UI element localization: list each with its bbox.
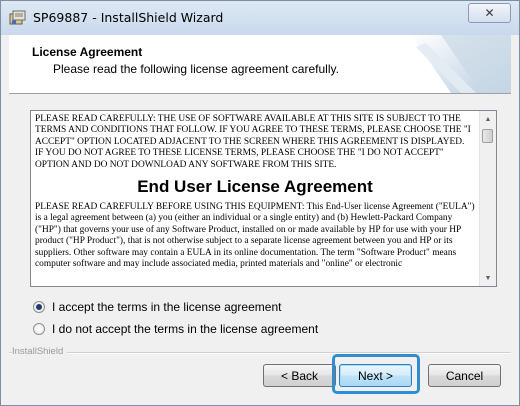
window-title: SP69887 - InstallShield Wizard: [33, 10, 224, 25]
scroll-up-arrow-icon[interactable]: ▲: [480, 111, 496, 127]
wizard-header: License Agreement Please read the follow…: [9, 35, 511, 94]
license-text-box[interactable]: PLEASE READ CAREFULLY: THE USE OF SOFTWA…: [30, 110, 497, 287]
license-text: PLEASE READ CAREFULLY: THE USE OF SOFTWA…: [35, 114, 475, 270]
separator-line: [9, 352, 511, 354]
cancel-button[interactable]: Cancel: [428, 364, 501, 387]
scroll-thumb[interactable]: [482, 129, 493, 143]
close-button[interactable]: ✕: [468, 3, 511, 23]
accept-radio[interactable]: [33, 301, 45, 313]
installer-app-icon: [9, 10, 26, 25]
page-title: License Agreement: [32, 45, 143, 59]
accept-option[interactable]: I accept the terms in the license agreem…: [33, 300, 281, 314]
back-button[interactable]: < Back: [263, 364, 336, 387]
close-icon: ✕: [484, 6, 495, 20]
license-body-paragraph: PLEASE READ CAREFULLY BEFORE USING THIS …: [35, 202, 475, 270]
wizard-header-graphic: [411, 35, 511, 93]
installshield-brand-row: InstallShield: [9, 346, 511, 358]
license-intro-paragraph: PLEASE READ CAREFULLY: THE USE OF SOFTWA…: [35, 114, 471, 170]
installshield-wizard-window: SP69887 - InstallShield Wizard ✕ License…: [0, 0, 520, 406]
decline-radio[interactable]: [33, 323, 45, 335]
scroll-down-arrow-icon[interactable]: ▼: [480, 270, 496, 286]
decline-label[interactable]: I do not accept the terms in the license…: [52, 322, 318, 336]
installshield-brand: InstallShield: [12, 346, 68, 357]
page-subtitle: Please read the following license agreem…: [53, 62, 339, 76]
license-scrollbar[interactable]: ▲ ▼: [479, 111, 496, 286]
decline-option[interactable]: I do not accept the terms in the license…: [33, 322, 318, 336]
accept-label[interactable]: I accept the terms in the license agreem…: [52, 300, 281, 314]
wizard-body: PLEASE READ CAREFULLY: THE USE OF SOFTWA…: [9, 94, 511, 397]
license-heading: End User License Agreement: [137, 177, 373, 197]
title-bar[interactable]: SP69887 - InstallShield Wizard ✕: [1, 1, 519, 35]
next-button-highlight: [332, 354, 420, 394]
